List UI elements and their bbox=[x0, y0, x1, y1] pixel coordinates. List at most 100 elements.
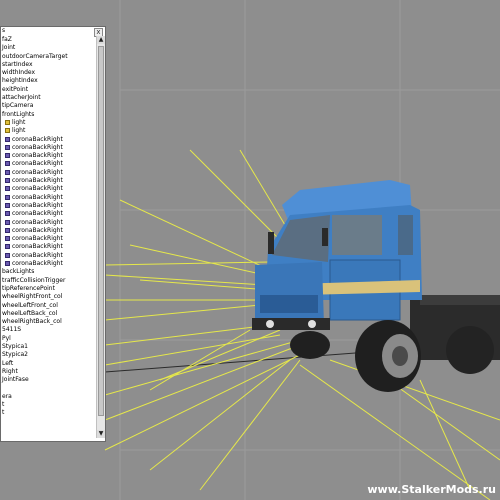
tree-item-label: coronaBackRight bbox=[12, 243, 63, 251]
tree-item[interactable]: coronaBackRight bbox=[1, 235, 97, 243]
tree-item[interactable]: startIndex bbox=[1, 61, 97, 69]
tree-item[interactable]: Joint bbox=[1, 44, 97, 52]
tree-item-label: t bbox=[2, 409, 5, 417]
scenegraph-panel: s x faZ Joint outdoorCameraTarget startInde… bbox=[0, 26, 106, 442]
corona-node-icon bbox=[5, 227, 10, 233]
tree-item-label: Pyl bbox=[2, 334, 11, 342]
panel-title: s bbox=[2, 27, 6, 34]
tree-item[interactable]: backLights bbox=[1, 268, 97, 276]
tree-item-label: wheelRightBack_col bbox=[2, 318, 62, 326]
tree-item[interactable]: outdoorCameraTarget bbox=[1, 53, 97, 61]
scroll-down-icon[interactable]: ▼ bbox=[97, 430, 105, 438]
tree-item[interactable]: era bbox=[1, 393, 97, 401]
corona-node-icon bbox=[5, 236, 10, 242]
tree-item-label: outdoorCameraTarget bbox=[2, 52, 68, 60]
tree-item[interactable]: faZ bbox=[1, 36, 97, 44]
tree-item-label: coronaBackRight bbox=[12, 135, 63, 143]
tree-item[interactable]: coronaBackRight bbox=[1, 227, 97, 235]
corona-node-icon bbox=[5, 153, 10, 159]
tree-item[interactable]: tipReferencePoint bbox=[1, 285, 97, 293]
tree-item-label: coronaBackRight bbox=[12, 177, 63, 185]
tree-item[interactable]: light bbox=[1, 119, 97, 127]
corona-node-icon bbox=[5, 194, 10, 200]
tree-item-label: faZ bbox=[2, 36, 12, 43]
tree-item-label: Left bbox=[2, 359, 14, 367]
tree-item[interactable]: coronaBackRight bbox=[1, 219, 97, 227]
tree-item[interactable]: t bbox=[1, 409, 97, 417]
tree-item-label: Joint bbox=[2, 44, 16, 52]
tree-item[interactable]: coronaBackRight bbox=[1, 243, 97, 251]
tree-item[interactable]: wheelLeftBack_col bbox=[1, 310, 97, 318]
tree-item[interactable]: exitPoint bbox=[1, 86, 97, 94]
tree-item-label: widthIndex bbox=[2, 69, 36, 77]
tree-item[interactable]: Left bbox=[1, 360, 97, 368]
tree-item[interactable]: coronaBackRight bbox=[1, 177, 97, 185]
tree-item-label: Right bbox=[2, 367, 18, 375]
tree-item[interactable]: coronaBackRight bbox=[1, 185, 97, 193]
tree-item[interactable]: coronaBackRight bbox=[1, 169, 97, 177]
tree-item-label: frontLights bbox=[2, 110, 35, 118]
corona-node-icon bbox=[5, 211, 10, 217]
tree-item-label: exitPoint bbox=[2, 85, 29, 93]
tree-item[interactable]: coronaBackRight bbox=[1, 252, 97, 260]
scroll-thumb[interactable] bbox=[98, 46, 104, 416]
tree-item-label: light bbox=[12, 127, 26, 135]
light-node-icon bbox=[5, 119, 10, 125]
tree-item[interactable]: widthIndex bbox=[1, 69, 97, 77]
tree-item[interactable]: coronaBackRight bbox=[1, 210, 97, 218]
scrollbar[interactable]: ▲ ▼ bbox=[96, 36, 105, 438]
corona-node-icon bbox=[5, 261, 10, 267]
3d-viewport[interactable]: s x faZ Joint outdoorCameraTarget startInde… bbox=[0, 0, 500, 500]
tree-item[interactable]: wheelLeftFront_col bbox=[1, 302, 97, 310]
tree-item-label: coronaBackRight bbox=[12, 251, 63, 259]
tree-item[interactable] bbox=[1, 384, 97, 392]
tree-item[interactable]: t bbox=[1, 401, 97, 409]
tree-item[interactable]: JointFase bbox=[1, 376, 97, 384]
tree-item[interactable]: coronaBackRight bbox=[1, 260, 97, 268]
tree-item-label: era bbox=[2, 392, 12, 400]
scenegraph-tree: faZ Joint outdoorCameraTarget startIndex wid… bbox=[1, 36, 97, 438]
tree-item[interactable]: Stypica1 bbox=[1, 343, 97, 351]
tree-item-label: coronaBackRight bbox=[12, 193, 63, 201]
tree-item[interactable]: tipCamera bbox=[1, 102, 97, 110]
tree-item-label: coronaBackRight bbox=[12, 160, 63, 168]
tree-item[interactable]: coronaBackRight bbox=[1, 202, 97, 210]
tree-item[interactable]: coronaBackRight bbox=[1, 152, 97, 160]
tree-item[interactable]: trafficCollisionTrigger bbox=[1, 277, 97, 285]
tree-item[interactable]: light bbox=[1, 127, 97, 135]
corona-node-icon bbox=[5, 252, 10, 258]
tree-item[interactable]: Stypica2 bbox=[1, 351, 97, 359]
corona-node-icon bbox=[5, 144, 10, 150]
tree-item[interactable]: attacherJoint bbox=[1, 94, 97, 102]
tree-item[interactable]: heightIndex bbox=[1, 77, 97, 85]
tree-item-label: wheelLeftBack_col bbox=[2, 309, 58, 317]
corona-node-icon bbox=[5, 186, 10, 192]
tree-item-label: light bbox=[12, 118, 26, 126]
tree-item-label: coronaBackRight bbox=[12, 168, 63, 176]
tree-item-label: coronaBackRight bbox=[12, 152, 63, 160]
scroll-up-icon[interactable]: ▲ bbox=[97, 36, 105, 44]
tree-item[interactable]: frontLights bbox=[1, 111, 97, 119]
tree-item-label: coronaBackRight bbox=[12, 226, 63, 234]
corona-node-icon bbox=[5, 178, 10, 184]
tree-item-label: coronaBackRight bbox=[12, 201, 63, 209]
corona-node-icon bbox=[5, 136, 10, 142]
tree-item[interactable]: coronaBackRight bbox=[1, 136, 97, 144]
tree-item[interactable]: coronaBackRight bbox=[1, 194, 97, 202]
tree-item-label: t bbox=[2, 401, 5, 409]
tree-item-label: tipCamera bbox=[2, 102, 34, 110]
tree-item-label: wheelRightFront_col bbox=[2, 293, 63, 301]
corona-node-icon bbox=[5, 169, 10, 175]
tree-item[interactable]: 5411S bbox=[1, 326, 97, 334]
tree-item[interactable]: coronaBackRight bbox=[1, 144, 97, 152]
tree-item-label: Stypica1 bbox=[2, 342, 28, 350]
corona-node-icon bbox=[5, 161, 10, 167]
tree-item[interactable]: wheelRightBack_col bbox=[1, 318, 97, 326]
tree-item[interactable]: wheelRightFront_col bbox=[1, 293, 97, 301]
tree-item-label: backLights bbox=[2, 268, 35, 276]
tree-item-label: coronaBackRight bbox=[12, 210, 63, 218]
tree-item[interactable]: coronaBackRight bbox=[1, 160, 97, 168]
tree-item[interactable]: Pyl bbox=[1, 335, 97, 343]
tree-item[interactable]: Right bbox=[1, 368, 97, 376]
corona-node-icon bbox=[5, 244, 10, 250]
